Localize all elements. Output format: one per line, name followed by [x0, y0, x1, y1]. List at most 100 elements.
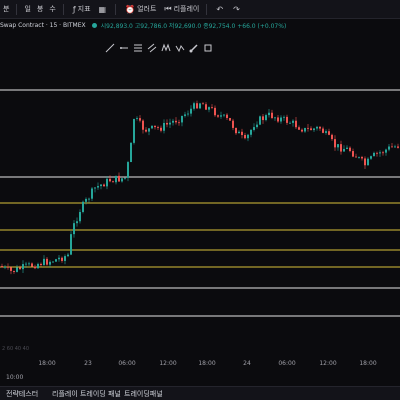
candle-body: [13, 270, 15, 272]
candle: [181, 115, 183, 127]
shapes-icon[interactable]: [202, 42, 214, 54]
candle-body: [106, 178, 108, 187]
candle-body: [55, 259, 57, 262]
candle-body: [379, 152, 381, 154]
tab-trading-panel[interactable]: 트레이딩패널: [124, 389, 163, 399]
chart-canvas[interactable]: [0, 60, 400, 360]
candle: [316, 125, 318, 131]
pattern-icon[interactable]: [160, 42, 172, 54]
candle: [235, 127, 237, 135]
candle: [64, 254, 66, 265]
indicators-button[interactable]: ƒ 지표: [68, 0, 94, 18]
candle: [124, 177, 126, 180]
candle: [259, 115, 261, 126]
parallel-channel-icon[interactable]: [146, 42, 158, 54]
trend-line-icon[interactable]: [104, 42, 116, 54]
candle-body: [256, 124, 258, 128]
xabcd-icon[interactable]: [174, 42, 186, 54]
candle-body: [127, 162, 129, 178]
candle: [1, 263, 3, 268]
candle-body: [385, 149, 387, 153]
candle-body: [349, 147, 351, 152]
candle-body: [187, 113, 189, 115]
candle: [322, 126, 324, 134]
replay-button[interactable]: ⏮ 리플레이: [159, 0, 202, 18]
chart-type-value[interactable]: 수: [46, 0, 58, 18]
templates-button[interactable]: ▦: [94, 0, 112, 18]
redo-button[interactable]: ↷: [228, 0, 245, 18]
candle-body: [124, 177, 126, 179]
tab-strategy-tester[interactable]: 전략테스터: [6, 389, 38, 399]
price-chart[interactable]: [0, 60, 400, 360]
candle-body: [94, 187, 96, 189]
alert-button[interactable]: ⏰ 얼러트: [120, 0, 159, 18]
candle-body: [211, 107, 213, 108]
candle: [115, 175, 117, 185]
candle-body: [31, 263, 33, 267]
candle-body: [376, 152, 378, 154]
candle-body: [148, 128, 150, 132]
interval-button[interactable]: 분: [0, 0, 12, 18]
candle-body: [52, 261, 54, 263]
candle: [58, 255, 60, 262]
toolbar-divider: [16, 3, 18, 15]
candle: [172, 118, 174, 126]
candle: [154, 125, 156, 130]
brush-icon[interactable]: [188, 42, 200, 54]
candle: [202, 102, 204, 105]
candle: [313, 127, 315, 133]
horizontal-ray-icon[interactable]: [118, 42, 130, 54]
candle-body: [232, 120, 234, 128]
candle-body: [28, 263, 30, 265]
time-label: 12:00: [159, 360, 177, 367]
candle-body: [136, 118, 138, 119]
candle: [238, 130, 240, 134]
candle-body: [307, 127, 309, 129]
candle: [145, 127, 147, 133]
candle: [55, 258, 57, 262]
timezone-label[interactable]: 10:00: [6, 374, 23, 381]
time-axis[interactable]: 18:00 23 06:00 12:00 18:00 24 06:00 12:0…: [0, 360, 400, 372]
candle-body: [175, 120, 177, 123]
candle-body: [64, 256, 66, 261]
candle-body: [70, 234, 72, 255]
candle-body: [298, 127, 300, 130]
candle-body: [358, 156, 360, 158]
candle: [19, 265, 21, 270]
candle: [391, 143, 393, 148]
candle-body: [310, 128, 312, 131]
undo-button[interactable]: ↶: [211, 0, 228, 18]
candle: [139, 115, 141, 123]
candle: [277, 114, 279, 123]
candle-body: [343, 148, 345, 152]
candle-body: [79, 211, 81, 222]
candle: [109, 175, 111, 183]
candle: [361, 155, 363, 161]
candle-body: [49, 261, 51, 265]
fib-retracement-icon[interactable]: [132, 42, 144, 54]
candle-body: [355, 156, 357, 158]
candle: [157, 125, 159, 130]
tab-replay-trading-panel[interactable]: 리플레이 트레이딩 패널: [52, 389, 121, 399]
candle-body: [340, 144, 342, 152]
candle-body: [352, 151, 354, 157]
candle-body: [10, 267, 12, 271]
candle: [247, 133, 249, 142]
toolbar-divider: [115, 3, 117, 15]
symbol-label[interactable]: Swap Contract · 15 · BITMEX: [0, 22, 86, 29]
candle-body: [268, 112, 270, 116]
candle: [160, 125, 162, 133]
candle: [196, 100, 198, 109]
chart-type-day[interactable]: 일: [21, 0, 33, 18]
candle: [274, 116, 276, 121]
candle: [262, 114, 264, 124]
candle: [43, 255, 45, 266]
candle: [133, 118, 135, 145]
candle: [229, 117, 231, 121]
candle: [250, 129, 252, 138]
chart-type-candle[interactable]: 봉: [34, 0, 46, 18]
candle-body: [19, 267, 21, 270]
candle-body: [217, 115, 219, 117]
candle-body: [235, 127, 237, 134]
market-status-dot: [91, 22, 97, 28]
